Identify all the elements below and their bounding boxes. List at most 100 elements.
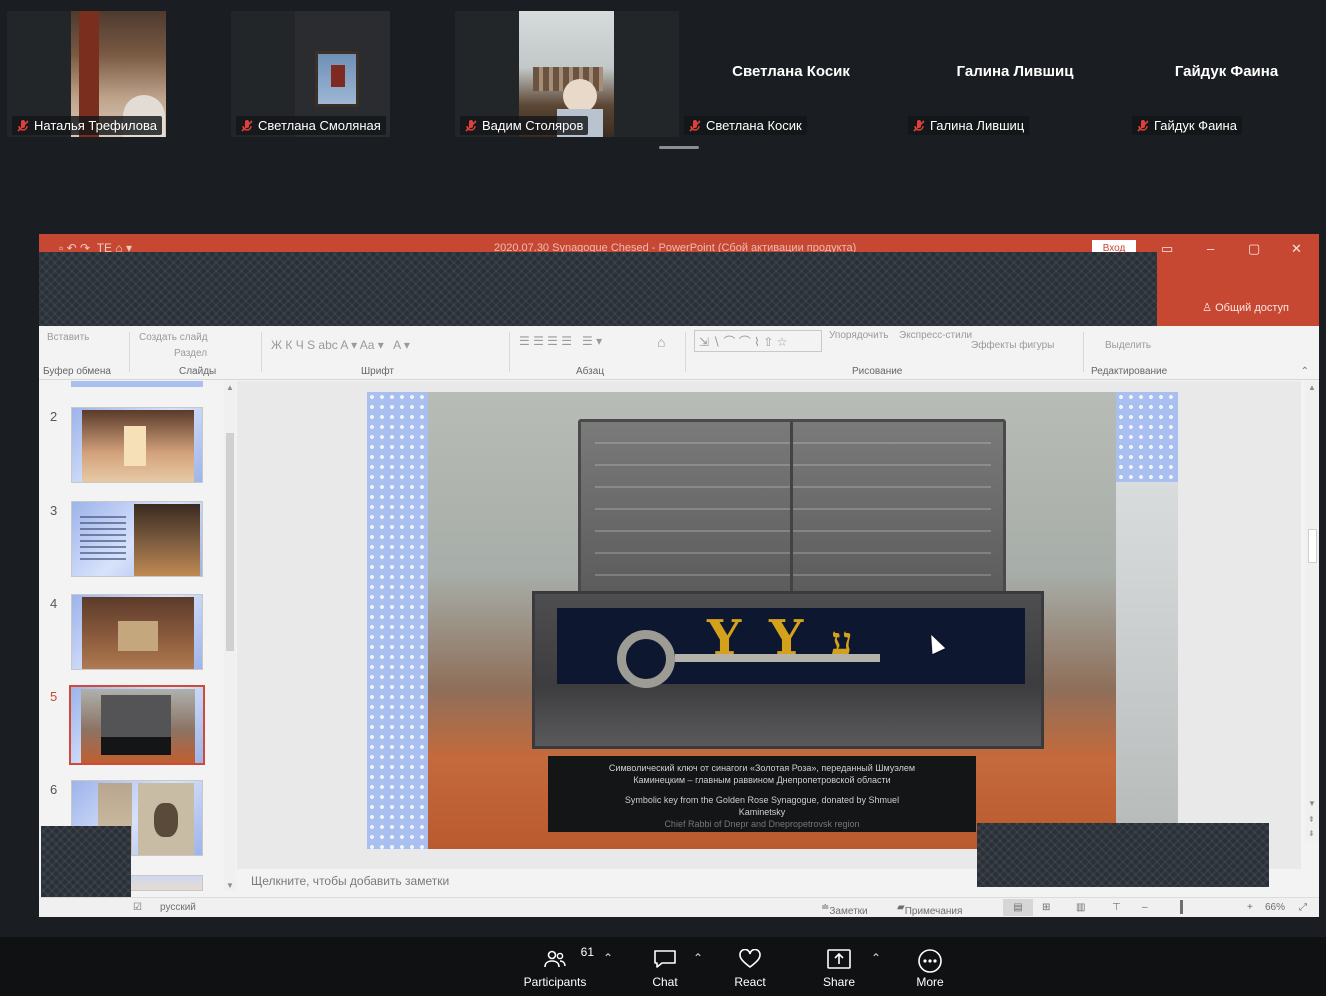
slide-canvas[interactable]: Y Y ע Символический ключ от синагоги «Зо… xyxy=(237,381,1301,869)
ribbon-group-paragraph: Абзац xyxy=(576,366,605,377)
section-button[interactable]: Раздел xyxy=(174,348,207,359)
font-format-buttons[interactable]: Ж К Ч S abc A ▾ Aa ▾ A ▾ xyxy=(271,338,410,352)
language-indicator[interactable]: русский xyxy=(160,902,196,913)
more-label: More xyxy=(916,975,944,989)
slide-number: 4 xyxy=(50,596,58,611)
share-screen-button[interactable]: Share xyxy=(819,949,859,989)
slide-thumbnail-image xyxy=(71,501,203,577)
minimize-icon[interactable]: – xyxy=(1207,241,1214,256)
paste-button[interactable]: Вставить xyxy=(47,332,89,343)
notes-toggle[interactable]: ≐ Заметки xyxy=(821,902,868,917)
close-icon[interactable]: ✕ xyxy=(1291,241,1302,257)
scrollbar-thumb[interactable] xyxy=(226,433,234,651)
ribbon-group-clipboard: Буфер обмена xyxy=(43,366,111,377)
chat-button[interactable]: Chat xyxy=(645,949,685,989)
chat-chevron-up-icon[interactable]: ⌃ xyxy=(693,951,703,965)
current-slide[interactable]: Y Y ע Символический ключ от синагоги «Зо… xyxy=(367,392,1178,849)
participant-display-name: Галина Лившиц xyxy=(956,63,1074,80)
participant-name: Светлана Смоляная xyxy=(258,118,381,133)
participant-nametag: Гайдук Фаина xyxy=(1132,116,1242,135)
select-button[interactable]: Выделить xyxy=(1105,340,1151,351)
participant-tile[interactable]: Галина Лившиц Галина Лившиц xyxy=(903,11,1127,137)
participant-nametag: Наталья Трефилова xyxy=(12,116,162,135)
participant-tile[interactable]: Наталья Трефилова xyxy=(7,11,166,137)
key-bit: Y xyxy=(707,610,742,666)
thumbnails-scrollbar[interactable]: ▲ ▼ xyxy=(224,381,236,891)
new-slide-button[interactable]: Создать слайд xyxy=(139,332,208,343)
slide-number: 6 xyxy=(50,782,58,797)
arrange-button[interactable]: Упорядочить xyxy=(829,330,889,341)
slide-thumbnail[interactable]: 4 xyxy=(39,594,237,680)
slide-thumbnail-image xyxy=(71,407,203,483)
spellcheck-icon[interactable]: ☑ xyxy=(133,902,142,913)
ribbon-group-drawing: Рисование xyxy=(852,366,903,377)
participants-chevron-up-icon[interactable]: ⌃ xyxy=(603,951,613,965)
heart-icon xyxy=(739,949,761,969)
shape-effects-button[interactable]: Эффекты фигуры xyxy=(971,340,1054,351)
maximize-icon[interactable]: ▢ xyxy=(1248,241,1260,257)
person-icon: ♙ xyxy=(1202,302,1216,314)
scroll-down-arrow[interactable]: ▼ xyxy=(226,881,234,890)
share-access-button[interactable]: ♙ Общий доступ xyxy=(1202,301,1289,314)
muted-mic-icon xyxy=(17,119,29,132)
ribbon-group-slides: Слайды xyxy=(179,366,217,377)
zoom-level[interactable]: 66% xyxy=(1265,902,1285,913)
slideshow-icon[interactable]: ⊤ xyxy=(1112,902,1121,913)
box-lid xyxy=(578,419,1006,601)
slide-thumbnail[interactable]: 2 xyxy=(39,407,237,493)
shape-tools-icon[interactable]: ⌂ xyxy=(657,334,665,350)
scroll-down-arrow[interactable]: ▼ xyxy=(1308,799,1316,808)
participant-tile[interactable]: Светлана Косик Светлана Косик xyxy=(679,11,903,137)
participant-tile[interactable]: Вадим Столяров xyxy=(455,11,679,137)
ribbon-home: Вставить Создать слайд Раздел Ж К Ч S ab… xyxy=(39,326,1319,380)
react-button[interactable]: React xyxy=(730,949,770,989)
muted-mic-icon xyxy=(1137,119,1149,132)
zoom-slider[interactable] xyxy=(1180,900,1183,914)
plaque-ru-line: Каминецким – главным раввином Днепропетр… xyxy=(633,775,891,785)
slide-thumbnail-active[interactable]: 5 xyxy=(39,685,237,773)
normal-view-icon[interactable]: ▤ xyxy=(1003,899,1033,916)
thumbnail-partial xyxy=(71,381,203,387)
scrollbar-thumb[interactable] xyxy=(1308,529,1317,563)
video-strip-resize-handle[interactable] xyxy=(659,146,699,149)
participants-icon xyxy=(544,950,566,968)
shapes-gallery[interactable]: ⇲ ∖ ⌒ ⌒ ⌇ ⇧ ☆ xyxy=(694,330,822,352)
participant-name: Гайдук Фаина xyxy=(1154,118,1237,133)
slide-scrollbar[interactable]: ▲ ▼ ⇞ ⇟ xyxy=(1305,381,1319,841)
participants-button[interactable]: 61 Participants xyxy=(522,945,594,989)
zoom-out-icon[interactable]: – xyxy=(1142,902,1148,913)
participant-nametag: Галина Лившиц xyxy=(908,116,1030,135)
participant-nametag: Светлана Смоляная xyxy=(236,116,386,135)
muted-mic-icon xyxy=(689,119,701,132)
slide-sorter-icon[interactable]: ⊞ xyxy=(1042,902,1050,913)
plaque-ru-line: Символический ключ от синагоги «Золотая … xyxy=(608,763,916,773)
quick-styles-button[interactable]: Экспресс-стили xyxy=(899,330,972,341)
key-ring xyxy=(617,630,675,688)
shared-screen: ▫ ↶ ↷ TE ⌂ ▾ 2020.07.30 Synagogue Chesed… xyxy=(39,234,1319,917)
meeting-toolbar: 61 Participants ⌃ Chat ⌃ React Share ⌃ M… xyxy=(0,937,1326,996)
zoom-in-icon[interactable]: + xyxy=(1247,902,1253,913)
next-slide-icon[interactable]: ⇟ xyxy=(1308,829,1315,838)
more-button[interactable]: More xyxy=(910,949,950,989)
scroll-up-arrow[interactable]: ▲ xyxy=(226,383,234,392)
collapse-ribbon-icon[interactable]: ⌃ xyxy=(1301,366,1309,377)
participant-nametag: Вадим Столяров xyxy=(460,116,589,135)
fit-slide-icon[interactable]: ⤢ xyxy=(1299,902,1307,913)
participant-name: Наталья Трефилова xyxy=(34,118,157,133)
ribbon-display-icon[interactable]: ▭ xyxy=(1161,241,1173,257)
photo-glass-edge xyxy=(1116,482,1178,849)
participant-tile[interactable]: Светлана Смоляная xyxy=(231,11,390,137)
scroll-up-arrow[interactable]: ▲ xyxy=(1308,383,1316,392)
slide-thumbnail[interactable]: 3 xyxy=(39,501,237,587)
slide-number: 2 xyxy=(50,409,58,424)
comments-toggle[interactable]: ▰ Примечания xyxy=(897,902,962,917)
share-chevron-up-icon[interactable]: ⌃ xyxy=(871,951,881,965)
slide-pattern-right xyxy=(1116,392,1178,482)
reading-view-icon[interactable]: ▥ xyxy=(1076,902,1085,913)
paragraph-buttons[interactable]: ☰ ☰ ☰ ☰ ☰ ▾ xyxy=(519,334,602,348)
participant-tile[interactable]: Гайдук Фаина Гайдук Фаина xyxy=(1127,11,1326,137)
redacted-overlay xyxy=(39,252,1157,333)
muted-mic-icon xyxy=(465,119,477,132)
previous-slide-icon[interactable]: ⇞ xyxy=(1308,815,1315,824)
notes-placeholder[interactable]: Щелкните, чтобы добавить заметки xyxy=(251,874,449,888)
